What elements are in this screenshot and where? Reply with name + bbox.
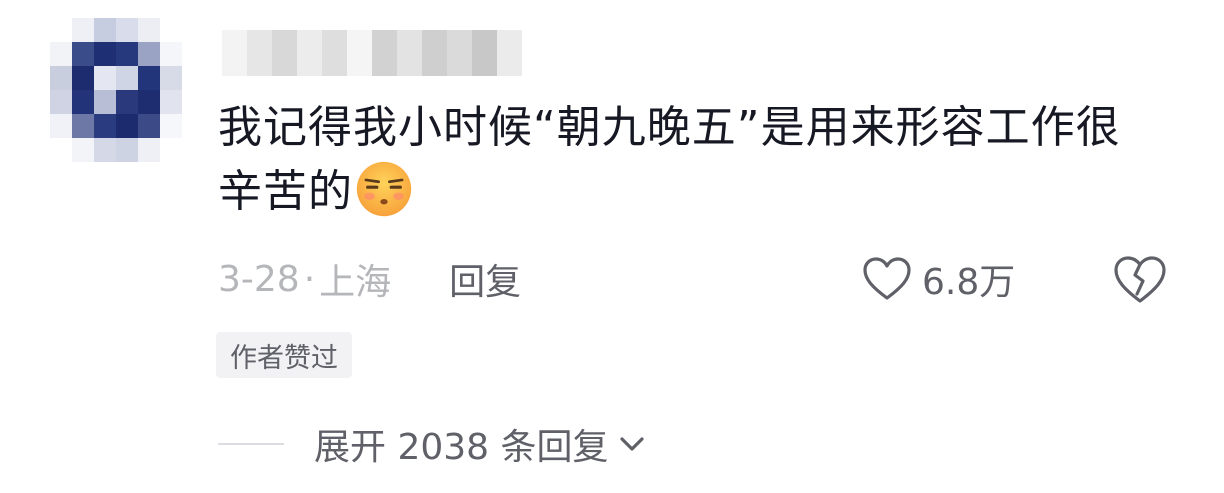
divider-line (218, 443, 284, 445)
comment-body: 我记得我小时候“朝九晚五”是用来形容工作很辛苦的 (218, 102, 1121, 217)
username-pixelated[interactable] (222, 30, 522, 76)
meta-separator: · (303, 258, 316, 300)
author-liked-label: 作者赞过 (230, 342, 338, 374)
avatar[interactable] (50, 18, 182, 162)
reply-button[interactable]: 回复 (449, 253, 521, 305)
chevron-down-icon (619, 437, 644, 451)
sleepy-face-emoji-icon (356, 161, 412, 217)
comment-meta: 3-28 · 上海 回复 (218, 254, 521, 304)
author-liked-badge: 作者赞过 (216, 332, 352, 378)
expand-replies-label: 展开 2038 条回复 (314, 427, 609, 468)
like-button[interactable]: 6.8万 (862, 252, 1015, 306)
comment-time: 3-28 (218, 258, 300, 300)
like-count: 6.8万 (922, 262, 1016, 303)
expand-replies-button[interactable]: 展开 2038 条回复 (218, 418, 647, 470)
broken-heart-icon[interactable] (1112, 254, 1168, 306)
comment-location: 上海 (319, 262, 392, 303)
heart-icon (863, 257, 911, 300)
comment-text: 我记得我小时候“朝九晚五”是用来形容工作很辛苦的 (218, 96, 1158, 224)
